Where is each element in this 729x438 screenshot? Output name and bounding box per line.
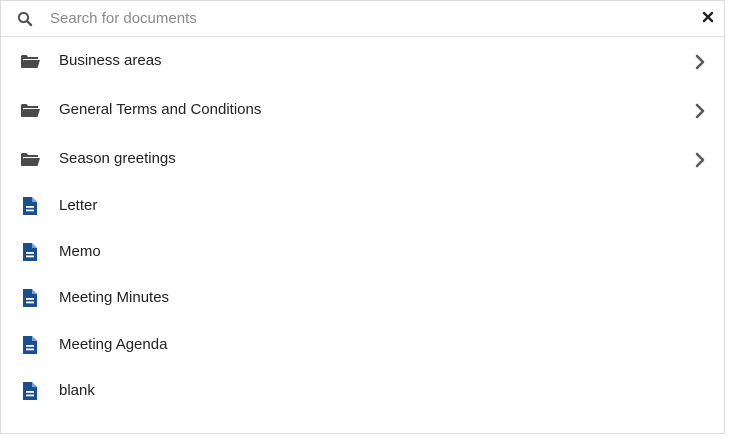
document-icon	[23, 197, 37, 215]
folder-label: Season greetings	[59, 150, 176, 167]
document-label: Letter	[59, 197, 98, 214]
document-row-memo[interactable]: Memo	[1, 232, 724, 272]
document-icon	[23, 243, 37, 261]
chevron-right-icon	[695, 54, 705, 70]
search-bar	[1, 1, 724, 37]
document-label: Memo	[59, 243, 101, 260]
document-icon	[23, 382, 37, 400]
document-picker-panel: Business areas General Terms and Conditi…	[0, 0, 725, 434]
clear-search-icon[interactable]	[700, 9, 716, 25]
folder-open-icon	[21, 153, 40, 166]
folder-row-general-terms[interactable]: General Terms and Conditions	[1, 90, 724, 130]
document-row-letter[interactable]: Letter	[1, 186, 724, 226]
document-label: Meeting Minutes	[59, 289, 170, 306]
folder-open-icon	[21, 55, 40, 68]
document-row-meeting-agenda[interactable]: Meeting Agenda	[1, 325, 724, 365]
document-label: Meeting Agenda	[59, 336, 168, 353]
search-icon	[17, 11, 33, 27]
document-icon	[23, 289, 37, 307]
folder-open-icon	[21, 104, 40, 117]
document-row-blank[interactable]: blank	[1, 371, 724, 411]
document-label: blank	[59, 382, 95, 399]
chevron-right-icon	[695, 152, 705, 168]
document-row-meeting-minutes[interactable]: Meeting Minutes	[1, 278, 724, 318]
folder-label: General Terms and Conditions	[59, 101, 262, 118]
folder-row-business-areas[interactable]: Business areas	[1, 41, 724, 81]
chevron-right-icon	[695, 103, 705, 119]
folder-label: Business areas	[59, 52, 162, 69]
search-input[interactable]	[50, 5, 670, 31]
folder-row-season-greetings[interactable]: Season greetings	[1, 139, 724, 179]
document-icon	[23, 336, 37, 354]
